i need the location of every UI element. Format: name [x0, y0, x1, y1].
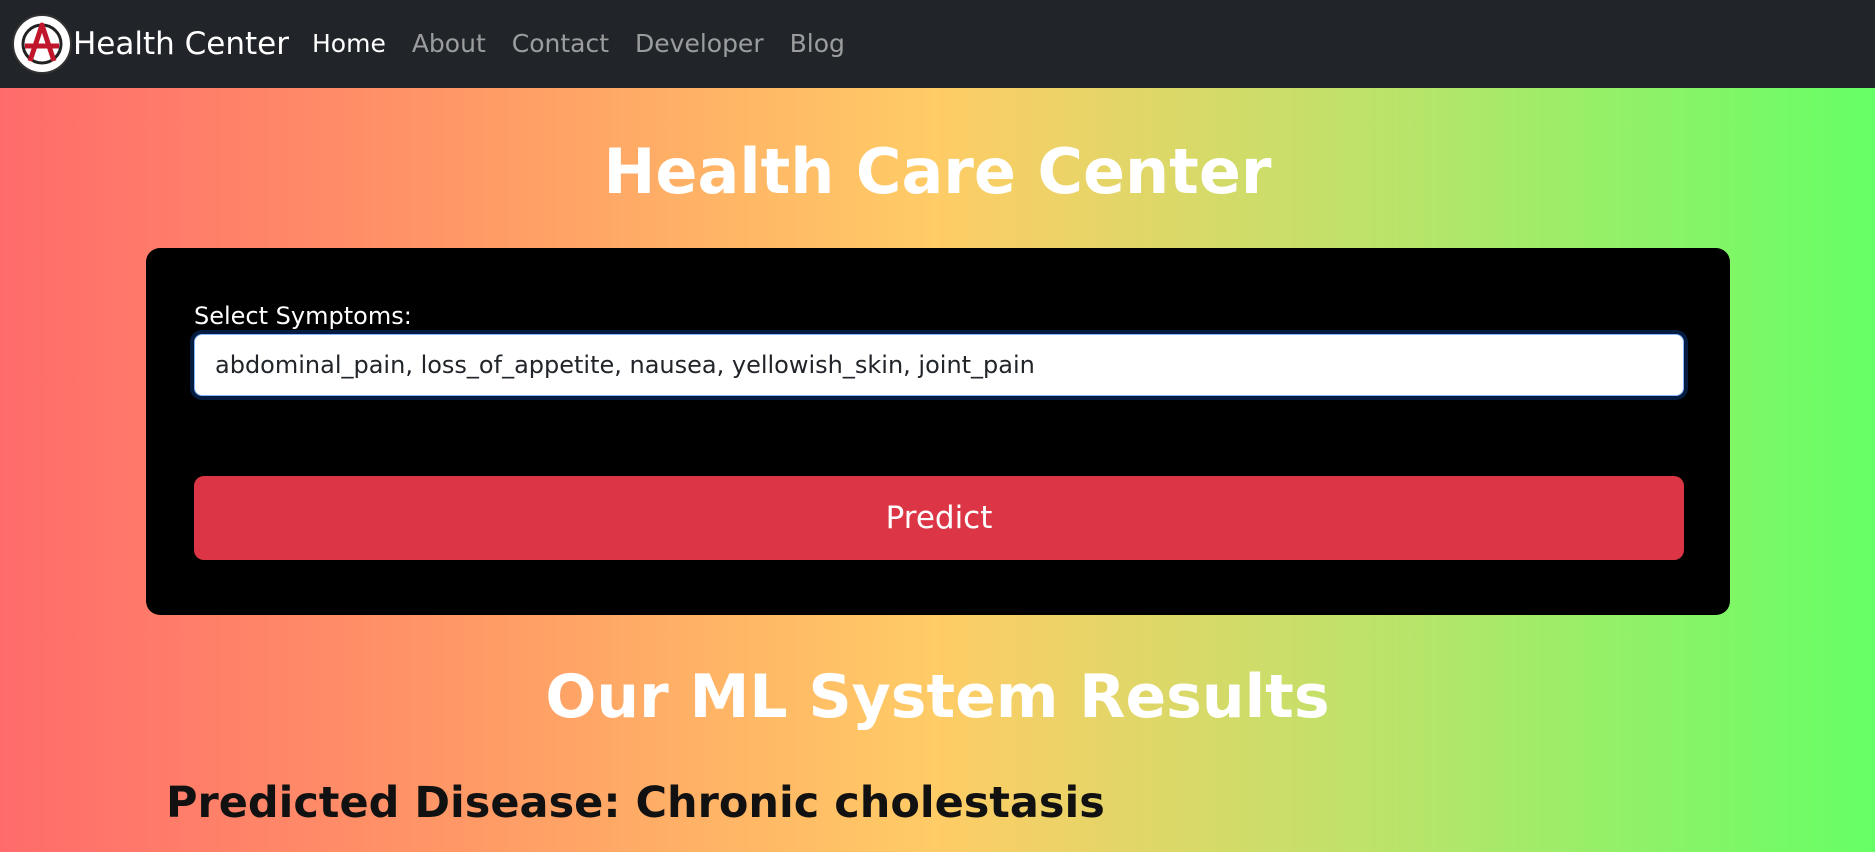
nav-link-home[interactable]: Home [312, 26, 386, 62]
navbar: Health Center Home About Contact Develop… [0, 0, 1875, 88]
nav-links: Home About Contact Developer Blog [312, 26, 871, 62]
page-title: Health Care Center [603, 135, 1272, 208]
nav-link-blog[interactable]: Blog [790, 26, 845, 62]
nav-link-contact[interactable]: Contact [512, 26, 609, 62]
nav-link-developer[interactable]: Developer [635, 26, 764, 62]
predict-button[interactable]: Predict [194, 476, 1684, 560]
symptoms-input[interactable] [194, 334, 1684, 396]
nav-link-about[interactable]: About [412, 26, 486, 62]
results-title: Our ML System Results [545, 662, 1330, 732]
logo-icon[interactable] [12, 14, 72, 74]
predicted-disease: Predicted Disease: Chronic cholestasis [166, 778, 1105, 828]
brand-name[interactable]: Health Center [73, 22, 289, 66]
symptom-form-panel: Select Symptoms: Predict [146, 248, 1730, 615]
symptoms-label: Select Symptoms: [194, 302, 412, 330]
